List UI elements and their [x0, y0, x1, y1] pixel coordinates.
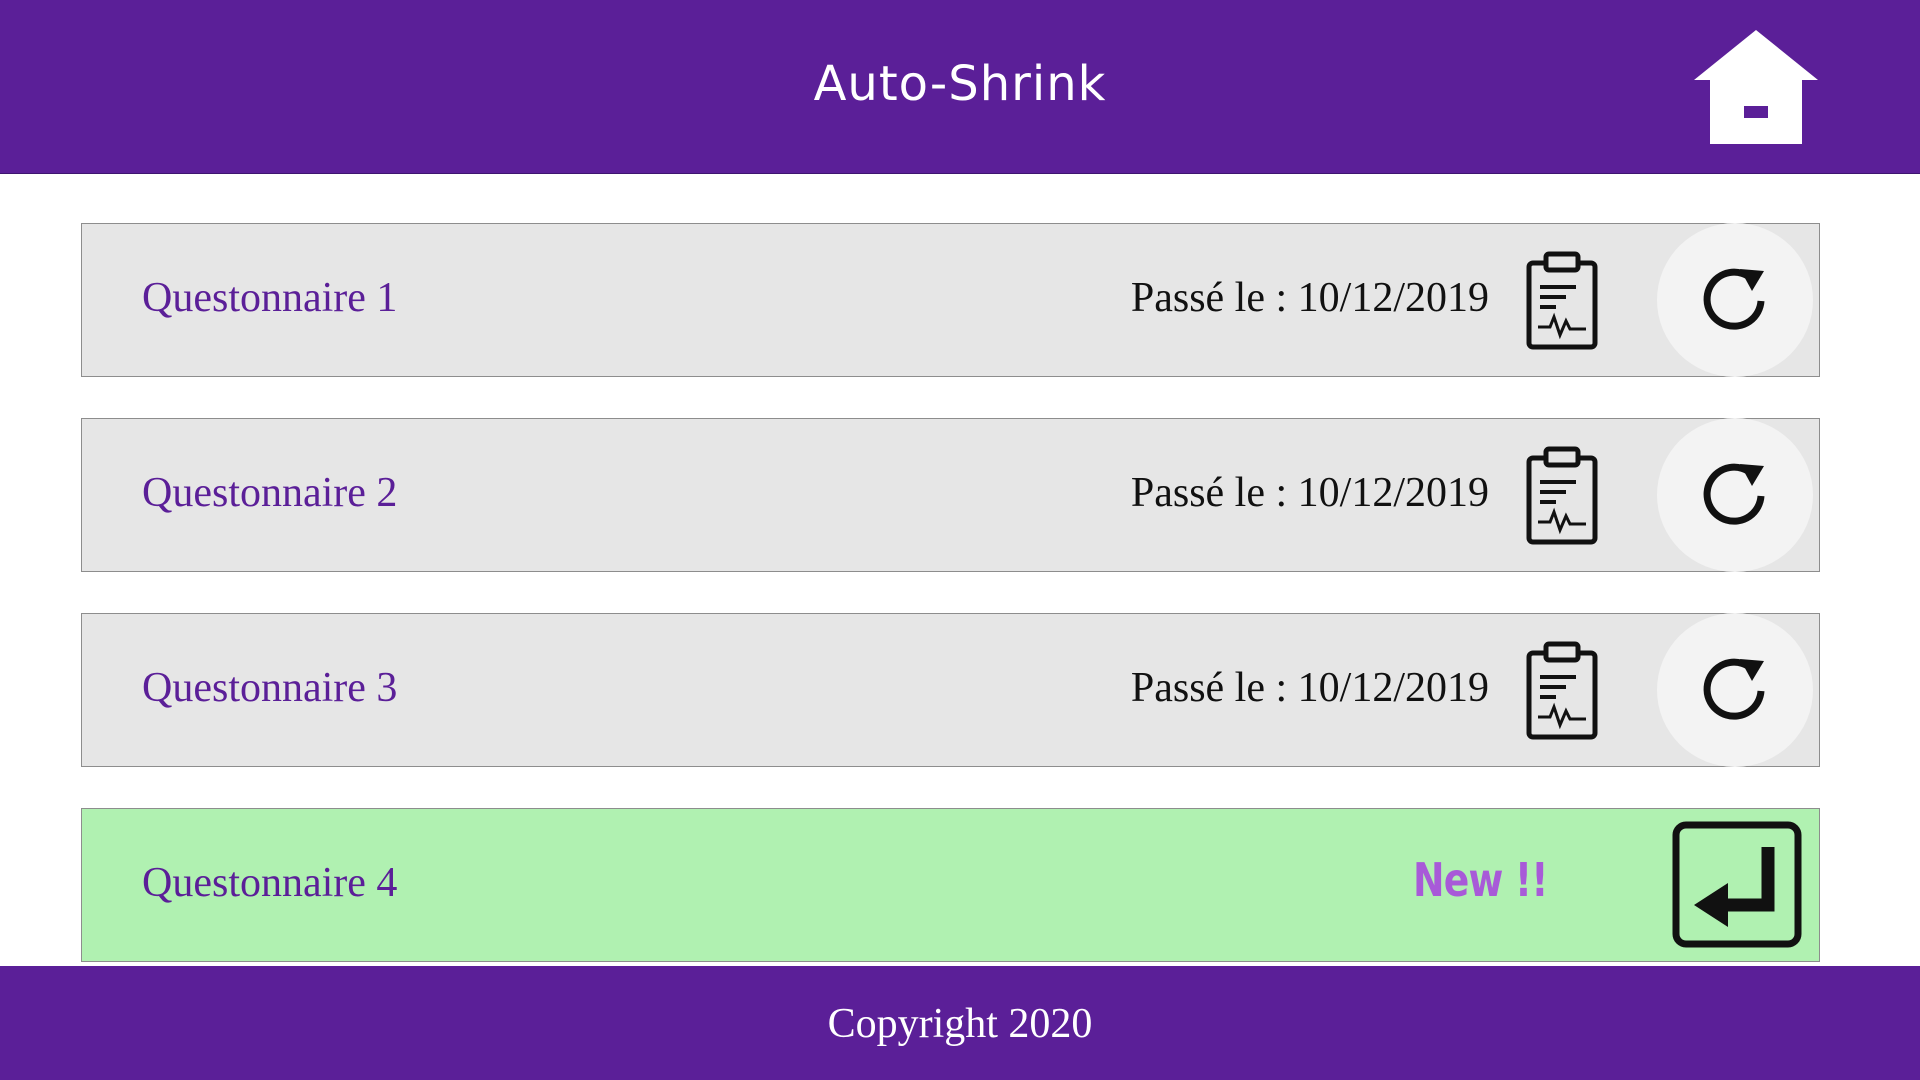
copyright-text: Copyright 2020: [827, 1001, 1093, 1047]
completion-date: Passé le : 10/12/2019: [1130, 470, 1489, 516]
new-badge: New !!: [1413, 853, 1548, 907]
questionnaire-row-2: Questonnaire 2 Passé le : 10/12/2019: [81, 418, 1820, 572]
completion-date: Passé le : 10/12/2019: [1130, 665, 1489, 711]
view-results-button[interactable]: [1526, 446, 1598, 546]
completion-date: Passé le : 10/12/2019: [1130, 275, 1489, 321]
home-button[interactable]: [1694, 30, 1818, 144]
home-icon: [1694, 30, 1818, 144]
view-results-button[interactable]: [1526, 251, 1598, 351]
view-results-button[interactable]: [1526, 641, 1598, 741]
questionnaire-title[interactable]: Questonnaire 4: [142, 859, 397, 907]
questionnaire-row-1: Questonnaire 1 Passé le : 10/12/2019: [81, 223, 1820, 377]
questionnaire-row-3: Questonnaire 3 Passé le : 10/12/2019: [81, 613, 1820, 767]
app-title: Auto-Shrink: [813, 56, 1107, 112]
reload-icon: [1703, 463, 1765, 525]
start-questionnaire-button[interactable]: [1672, 821, 1802, 948]
retake-button[interactable]: [1657, 223, 1813, 377]
retake-button[interactable]: [1657, 418, 1813, 572]
app-header: Auto-Shrink: [0, 0, 1920, 174]
questionnaire-row-4: Questonnaire 4 New !!: [81, 808, 1820, 962]
retake-button[interactable]: [1657, 613, 1813, 767]
reload-icon: [1703, 658, 1765, 720]
app-footer: Copyright 2020: [0, 966, 1920, 1080]
enter-icon: [1672, 821, 1802, 948]
reload-icon: [1703, 268, 1765, 330]
questionnaire-title[interactable]: Questonnaire 2: [142, 469, 397, 517]
clipboard-report-icon: [1526, 446, 1598, 545]
questionnaire-title[interactable]: Questonnaire 1: [142, 274, 397, 322]
questionnaire-title[interactable]: Questonnaire 3: [142, 664, 397, 712]
clipboard-report-icon: [1526, 641, 1598, 740]
clipboard-report-icon: [1526, 251, 1598, 350]
